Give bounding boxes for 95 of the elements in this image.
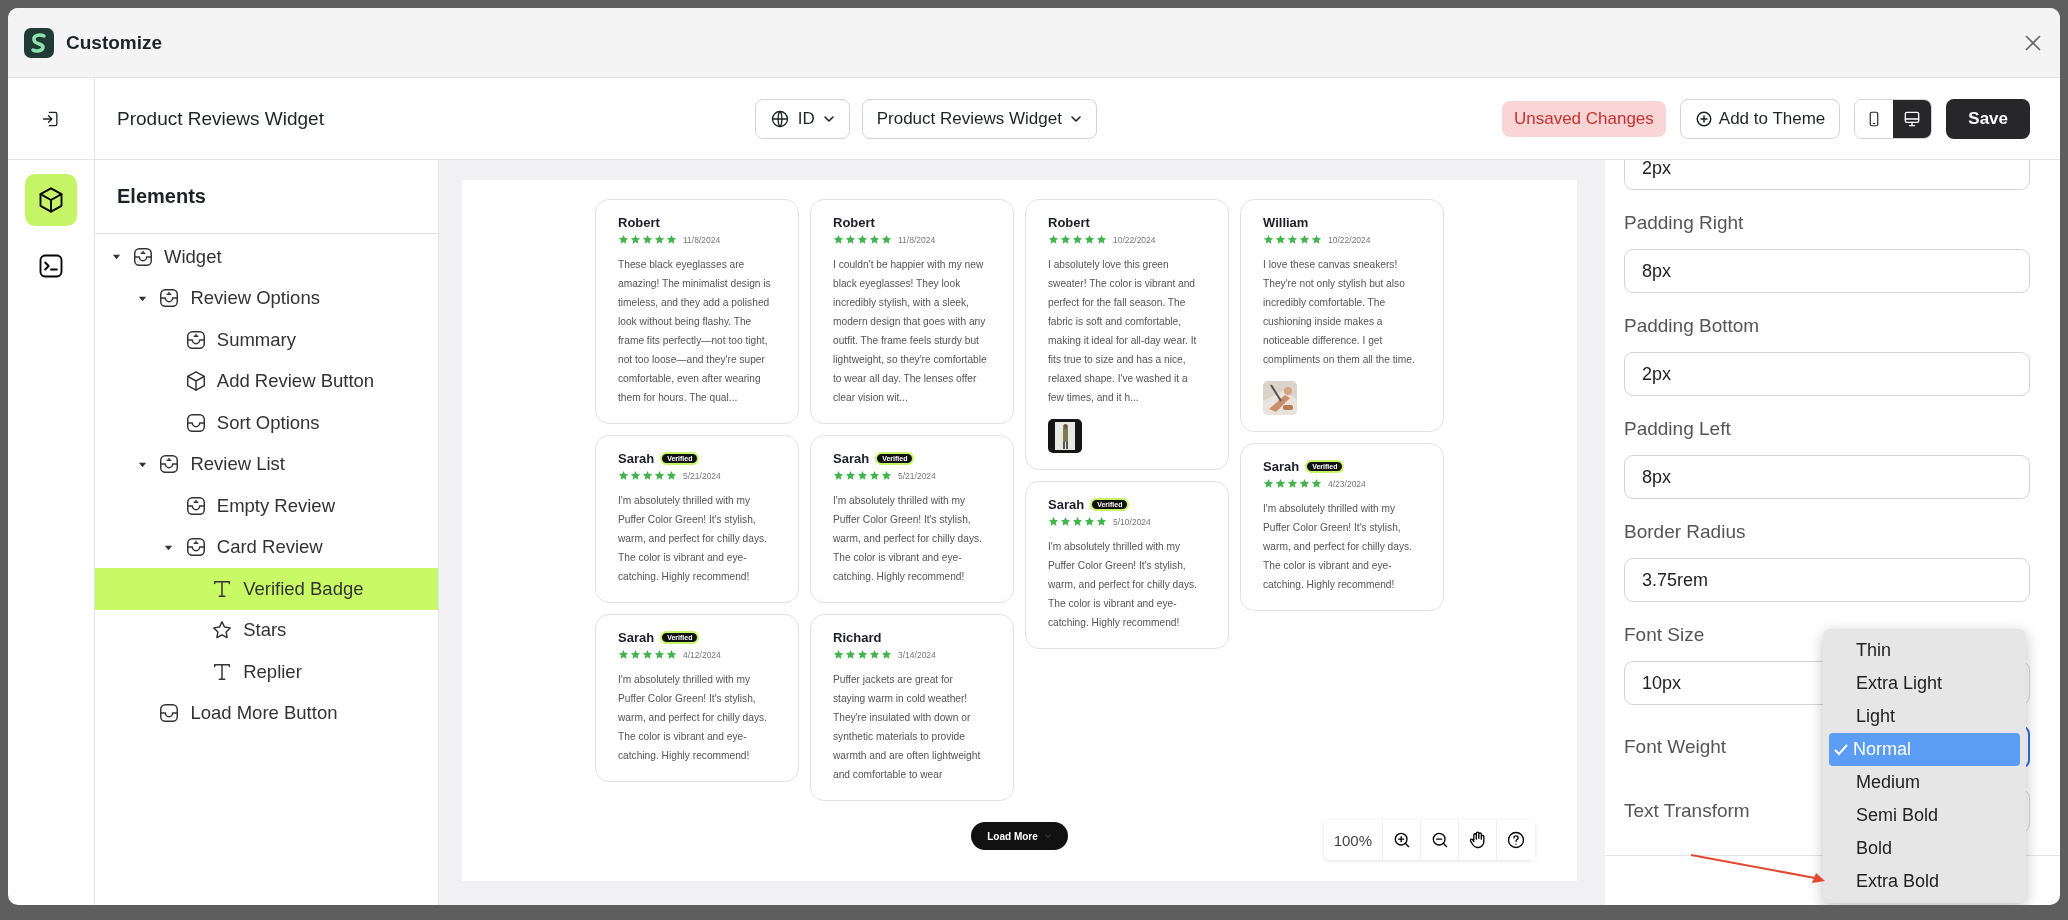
desktop-view-button[interactable]: [1893, 99, 1932, 138]
tray-icon: [184, 411, 207, 434]
help-button[interactable]: [1497, 820, 1535, 860]
widget-icon: [184, 494, 207, 517]
field-label: Border Radius: [1624, 521, 1747, 543]
app-logo-icon: [24, 27, 54, 58]
review-text: These black eyeglasses are amazing! The minimalist design is timeless, and they add a polished look without being flashy. The frame fits perfectly—not too tight, not too loose—and they're super comfortable, even after wearing them for hours. The qual...: [618, 258, 772, 405]
elements-panel-button[interactable]: [25, 174, 77, 226]
tree-item[interactable]: Empty Review: [95, 485, 438, 527]
review-text: Puffer jackets are great for staying warm in cold weather! They're insulated with down or synthetic materials to provide warmth and are often lightweight and comfortable to wear: [833, 673, 982, 782]
field-label: Font Weight: [1624, 736, 1727, 758]
menu-option[interactable]: Medium: [1829, 766, 2020, 799]
widget-icon: [184, 328, 207, 351]
reviewer-name: Robert: [833, 215, 875, 230]
review-text: I absolutely love this green sweater! The color is vibrant and perfect for the fall season. The fabric is soft and comfortable, making it ideal for all-day wear. It fits true to size and has a nice, relaxed shape. I've washed it a few times, and it h...: [1048, 258, 1198, 405]
save-button[interactable]: Save: [1946, 98, 2030, 139]
plus-circle-icon: [1694, 109, 1713, 128]
tree-item[interactable]: Load More Button: [95, 692, 438, 734]
reviewer-name: Sarah: [1263, 459, 1300, 474]
review-text: I'm absolutely thrilled with my Puffer Color Green! It's stylish, warm, and perfect for chilly days. The color is vibrant and eye-catching. Highly recommend!: [618, 494, 768, 584]
review-date: 5/10/2024: [1113, 516, 1151, 527]
field-label: Padding Left: [1624, 418, 1732, 440]
input-field[interactable]: 2px: [1624, 352, 2030, 396]
add-to-theme-button[interactable]: Add to Theme: [1679, 98, 1841, 139]
menu-option[interactable]: Bold: [1829, 832, 2020, 865]
tree-item[interactable]: Card Review: [95, 526, 438, 568]
review-text: I'm absolutely thrilled with my Puffer Color Green! It's stylish, warm, and perfect for chilly days. The color is vibrant and eye-catching. Highly recommend!: [1048, 540, 1198, 630]
review-text: I love these canvas sneakers! They're not only stylish but also incredibly comfortable. The cushioning inside makes a noticeable difference. I get compliments on them all the time.: [1263, 258, 1416, 367]
zoom-in-button[interactable]: [1383, 820, 1421, 860]
widget-icon: [158, 287, 181, 310]
reviewer-name: Sarah: [1048, 497, 1085, 512]
hand-tool-button[interactable]: [1459, 820, 1497, 860]
review-date: 5/21/2024: [683, 470, 721, 481]
input-field[interactable]: 2px: [1624, 160, 2030, 190]
tree-item[interactable]: Review Options: [95, 277, 438, 319]
caret-icon[interactable]: [111, 252, 121, 262]
field-label: Padding Right: [1624, 212, 1745, 234]
window-title: Customize: [66, 31, 164, 54]
review-date: 10/22/2024: [1328, 234, 1371, 245]
review-date: 5/21/2024: [898, 470, 936, 481]
widget-title: Product Reviews Widget: [117, 107, 325, 130]
review-text: I'm absolutely thrilled with my Puffer Color Green! It's stylish, warm, and perfect for chilly days. The color is vibrant and eye-catching. Highly recommend!: [833, 494, 983, 584]
cube-icon: [184, 370, 207, 393]
reviewer-name: Richard: [833, 630, 882, 645]
input-field[interactable]: 8px: [1624, 455, 2030, 499]
review-date: 4/23/2024: [1328, 478, 1366, 489]
tray-icon: [158, 702, 181, 725]
tree-item[interactable]: Add Review Button: [95, 360, 438, 402]
field-label: Text Transform: [1624, 800, 1750, 822]
review-date: 11/8/2024: [683, 234, 721, 245]
reviewer-name: Sarah: [618, 630, 655, 645]
menu-option[interactable]: Light: [1829, 700, 2020, 733]
review-text: I couldn't be happier with my new black eyeglasses! They look incredibly stylish, with a sleek, modern design that goes with any outfit. The frame feels sturdy but lightweight, so they're comfortable to wear all day. The lenses offer clear vision wit...: [833, 258, 987, 405]
hand-icon: [1467, 830, 1488, 850]
tree-item[interactable]: Stars: [95, 609, 438, 651]
review-date: 3/14/2024: [898, 649, 936, 660]
panel-title: Elements: [95, 160, 438, 234]
field-label: Font Size: [1624, 624, 1706, 646]
terminal-icon: [37, 252, 65, 280]
reviewer-name: Sarah: [833, 451, 870, 466]
reviewer-name: Robert: [618, 215, 660, 230]
review-text: I'm absolutely thrilled with my Puffer Color Green! It's stylish, warm, and perfect for chilly days. The color is vibrant and eye-catching. Highly recommend!: [1263, 502, 1413, 592]
cube-icon: [37, 186, 65, 214]
tree-item[interactable]: Summary: [95, 319, 438, 361]
unsaved-status: Unsaved Changes: [1501, 100, 1666, 137]
field-label: Padding Bottom: [1624, 315, 1761, 337]
language-select[interactable]: ID: [754, 98, 850, 139]
globe-icon: [769, 108, 790, 129]
tree-item[interactable]: Review List: [95, 443, 438, 485]
help-icon: [1506, 830, 1526, 850]
close-icon[interactable]: [2024, 33, 2042, 52]
review-date: 11/8/2024: [898, 234, 936, 245]
menu-option[interactable]: Extra Bold: [1829, 865, 2020, 898]
reviewer-name: William: [1263, 215, 1309, 230]
widget-icon: [132, 245, 154, 268]
reviewer-name: Robert: [1048, 215, 1090, 230]
load-more-button[interactable]: Load More: [971, 822, 1068, 850]
chevron-down-icon: [1043, 832, 1052, 840]
widget-icon: [158, 453, 181, 476]
reviewer-name: Sarah: [618, 451, 655, 466]
input-field[interactable]: 8px: [1624, 249, 2030, 293]
tree-item[interactable]: Verified Badge: [95, 568, 438, 610]
widget-icon: [184, 536, 207, 559]
review-date: 10/22/2024: [1113, 234, 1156, 245]
menu-option[interactable]: Thin: [1829, 634, 2020, 667]
menu-option[interactable]: Extra Light: [1829, 667, 2020, 700]
review-date: 4/12/2024: [683, 649, 721, 660]
tree-item[interactable]: Sort Options: [95, 402, 438, 444]
tree-item[interactable]: Replier: [95, 651, 438, 693]
zoom-out-button[interactable]: [1421, 820, 1459, 860]
review-text: I'm absolutely thrilled with my Puffer Color Green! It's stylish, warm, and perfect for chilly days. The color is vibrant and eye-catching. Highly recommend!: [618, 673, 768, 763]
input-field[interactable]: 3.75rem: [1624, 558, 2030, 602]
menu-option[interactable]: Semi Bold: [1829, 799, 2020, 832]
tree-item[interactable]: Widget: [95, 236, 438, 278]
page-select[interactable]: Product Reviews Widget: [861, 98, 1097, 139]
